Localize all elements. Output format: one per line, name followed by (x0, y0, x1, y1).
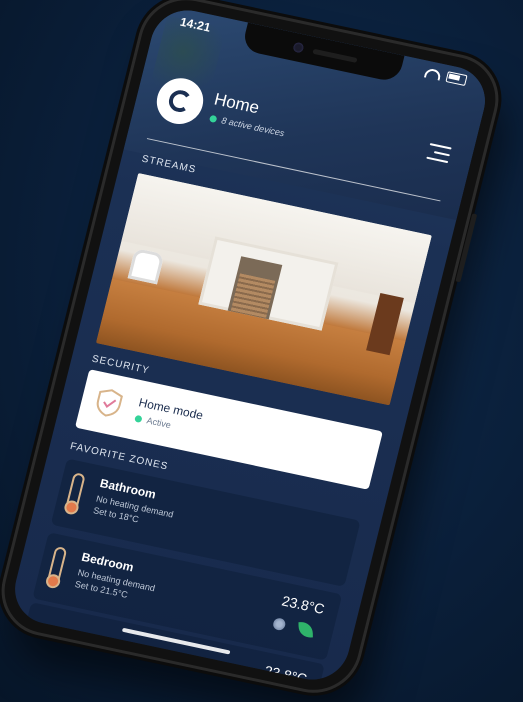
active-dot-icon (209, 114, 218, 123)
phone-frame: 14:21 Home 8 active devices STREAMS SECU… (0, 0, 505, 698)
active-dot-icon (134, 414, 143, 423)
zone-temperature: 23.8°C (280, 592, 327, 617)
app-screen: 14:21 Home 8 active devices STREAMS SECU… (7, 3, 493, 687)
security-mode-status: Active (134, 413, 172, 430)
security-status-text: Active (145, 415, 172, 431)
logo-icon (166, 88, 194, 115)
snowflake-icon (271, 617, 287, 632)
thermometer-icon (64, 472, 86, 512)
side-button (455, 213, 478, 283)
menu-bar-icon (433, 151, 450, 157)
zone-temperature: 23.8°C (262, 662, 309, 687)
wifi-icon (423, 67, 443, 81)
leaf-icon (298, 621, 313, 639)
thermometer-icon (46, 545, 68, 586)
stream-window (127, 247, 165, 285)
menu-bar-icon (426, 156, 449, 164)
shield-icon (96, 389, 123, 417)
